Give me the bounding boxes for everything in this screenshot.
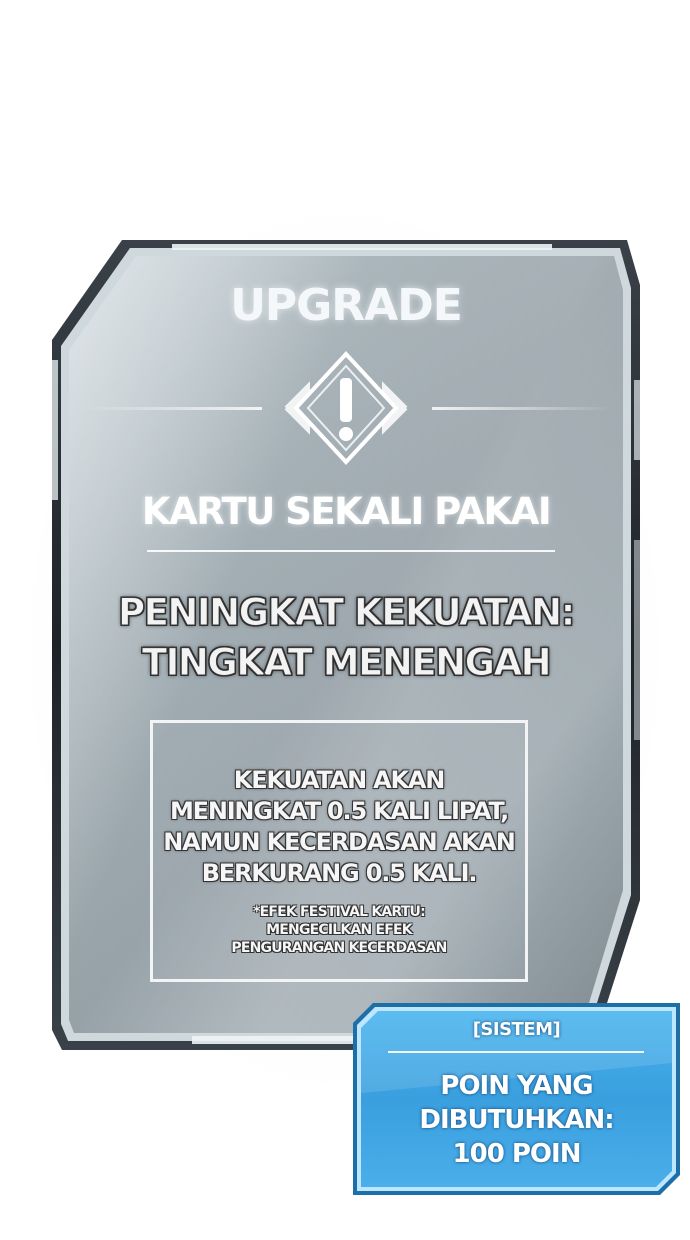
card-type: KARTU SEKALI PAKAI xyxy=(141,490,552,533)
upgrade-card: UPGRADE KARTU SEKALI PAKAI PENINGKAT KEK… xyxy=(52,240,640,1050)
card-description: KEKUATAN AKAN MENINGKAT 0.5 KALI LIPAT, … xyxy=(153,765,525,889)
description-line: BERKURANG 0.5 KALI. xyxy=(201,859,478,887)
emblem-line-right xyxy=(432,407,612,410)
card-name-line: TINGKAT MENENGAH xyxy=(141,641,552,685)
system-text-line: 100 POIN xyxy=(452,1139,582,1169)
card-description-box: KEKUATAN AKAN MENINGKAT 0.5 KALI LIPAT, … xyxy=(150,720,528,982)
warning-exclamation-icon xyxy=(246,348,446,468)
emblem-line-left xyxy=(82,407,262,410)
system-text-line: DIBUTUHKAN: xyxy=(419,1105,614,1135)
description-line: KEKUATAN AKAN xyxy=(233,766,446,794)
note-line: PENGURANGAN KECERDASAN xyxy=(231,940,447,956)
card-festival-note: *EFEK FESTIVAL KARTU: MENGECILKAN EFEK P… xyxy=(153,903,525,957)
comic-panel: UPGRADE KARTU SEKALI PAKAI PENINGKAT KEK… xyxy=(0,0,690,1240)
card-name-line: PENINGKAT KEKUATAN: xyxy=(118,591,576,635)
description-line: MENINGKAT 0.5 KALI LIPAT, xyxy=(169,797,509,825)
note-line: MENGECILKAN EFEK xyxy=(266,922,412,938)
note-line: *EFEK FESTIVAL KARTU: xyxy=(253,904,426,920)
description-line: NAMUN KECERDASAN AKAN xyxy=(163,828,516,856)
system-message-box: [SISTEM] POIN YANG DIBUTUHKAN: 100 POIN xyxy=(353,1003,680,1195)
system-divider xyxy=(388,1051,644,1053)
system-required-points: POIN YANG DIBUTUHKAN: 100 POIN xyxy=(353,1069,680,1171)
card-name: PENINGKAT KEKUATAN: TINGKAT MENENGAH xyxy=(52,588,640,688)
card-type-divider xyxy=(147,550,555,552)
card-header: UPGRADE xyxy=(230,280,463,331)
system-text-line: POIN YANG xyxy=(440,1071,593,1101)
system-label: [SISTEM] xyxy=(472,1019,561,1040)
card-content: UPGRADE KARTU SEKALI PAKAI PENINGKAT KEK… xyxy=(52,240,640,1050)
